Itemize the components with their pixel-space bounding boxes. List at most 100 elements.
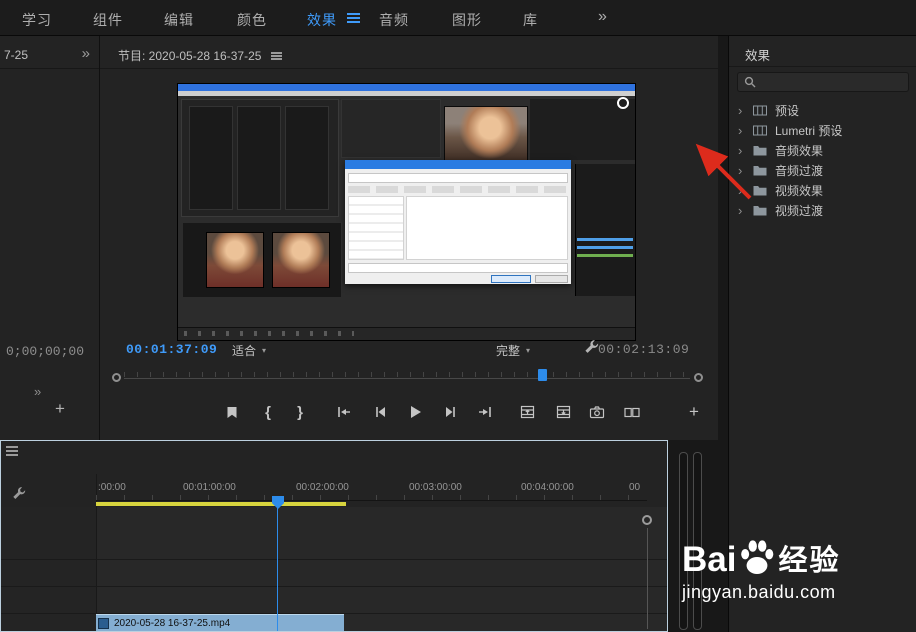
workspace-tab-learn[interactable]: 学习 xyxy=(22,10,52,30)
monitor-playhead[interactable] xyxy=(538,369,547,381)
timeline-scrollbar-handle[interactable] xyxy=(642,515,652,525)
ruler-label: 00:01:00:00 xyxy=(183,482,236,493)
workspace-tab-library[interactable]: 库 xyxy=(523,10,538,30)
track-divider xyxy=(1,586,667,587)
recorded-track-clip xyxy=(577,238,633,241)
effects-tree-item-presets[interactable]: › 预设 xyxy=(729,100,916,120)
effects-item-label: 预设 xyxy=(775,102,799,119)
dialog-titlebar xyxy=(345,160,571,169)
workspace-tab-color[interactable]: 颜色 xyxy=(237,10,267,30)
source-overflow-chevron-icon[interactable]: » xyxy=(34,384,41,399)
divider xyxy=(729,66,916,67)
play-button[interactable] xyxy=(403,400,427,424)
cursor-highlight-ring xyxy=(617,97,629,109)
ruler-label: 00:04:00:00 xyxy=(521,482,574,493)
recorded-titlebar xyxy=(178,84,635,91)
timeline-ruler[interactable]: :00:00 00:01:00:00 00:02:00:00 00:03:00:… xyxy=(96,479,647,501)
baidu-logo: Bai 经验 xyxy=(682,538,840,576)
effects-item-label: 视频过渡 xyxy=(775,202,823,219)
watermark-url: jingyan.baidu.com xyxy=(682,582,840,603)
scrollbar-right-handle[interactable] xyxy=(694,373,703,382)
ruler-label: 00:02:00:00 xyxy=(296,482,349,493)
duration-timecode: 00:02:13:09 xyxy=(598,342,689,357)
mark-out-button[interactable]: } xyxy=(288,400,312,424)
workspace-tab-audio[interactable]: 音频 xyxy=(379,10,409,30)
export-frame-camera-icon[interactable] xyxy=(585,400,609,424)
go-to-out-button[interactable] xyxy=(473,400,497,424)
timeline-panel: :00:00 00:01:00:00 00:02:00:00 00:03:00:… xyxy=(0,440,668,632)
baidu-paw-icon xyxy=(739,538,775,576)
webcam-picture xyxy=(444,106,528,163)
zoom-level-dropdown[interactable]: 适合 ▾ xyxy=(232,342,266,359)
recorded-menubar xyxy=(178,91,635,96)
panel-overflow-chevron-icon[interactable]: » xyxy=(82,45,90,62)
clip-fx-badge-icon[interactable] xyxy=(98,618,109,629)
playback-resolution-dropdown[interactable]: 完整 ▾ xyxy=(496,342,530,359)
effects-item-label: Lumetri 预设 xyxy=(775,122,842,139)
step-forward-button[interactable] xyxy=(438,400,462,424)
timeline-playhead-line xyxy=(277,507,278,631)
source-add-button[interactable]: + xyxy=(55,399,65,419)
program-monitor-title: 节目: 2020-05-28 16-37-25 xyxy=(118,47,261,64)
mark-in-button[interactable]: { xyxy=(256,400,280,424)
recorded-mixer-column xyxy=(189,106,233,210)
program-monitor-title-row: 节目: 2020-05-28 16-37-25 xyxy=(118,47,282,64)
effects-item-label: 视频效果 xyxy=(775,182,823,199)
effects-item-label: 音频效果 xyxy=(775,142,823,159)
baidu-watermark: Bai 经验 jingyan.baidu.com xyxy=(682,538,840,603)
workspace-tab-effects[interactable]: 效果 xyxy=(307,10,337,30)
divider xyxy=(100,68,718,69)
panel-menu-icon[interactable] xyxy=(271,52,282,60)
zoom-level-value: 适合 xyxy=(232,342,256,359)
go-to-in-button[interactable] xyxy=(332,400,356,424)
chevron-right-icon[interactable]: › xyxy=(738,104,745,117)
workspace-menubar: 学习 组件 编辑 颜色 效果 音频 图形 库 » xyxy=(0,0,916,36)
workspace-tab-edit[interactable]: 编辑 xyxy=(164,10,194,30)
timeline-scrollbar-track[interactable] xyxy=(647,528,648,629)
effects-panel-title[interactable]: 效果 xyxy=(745,45,770,64)
timeline-clip[interactable]: 2020-05-28 16-37-25.mp4 xyxy=(96,614,344,631)
recorded-bottom-icons xyxy=(184,331,354,336)
dialog-filename-field xyxy=(348,263,568,273)
step-back-button[interactable] xyxy=(368,400,392,424)
extract-button[interactable] xyxy=(551,400,575,424)
effects-search-input[interactable] xyxy=(761,75,902,89)
workspace-overflow-chevron-icon[interactable]: » xyxy=(598,8,608,26)
dialog-file-list xyxy=(406,196,568,260)
work-area-bar[interactable] xyxy=(96,502,346,506)
recorded-file-dialog xyxy=(345,160,571,284)
mini-timeline-ticks[interactable] xyxy=(124,372,690,377)
recorded-track-clip xyxy=(577,246,633,249)
ruler-label: 00:03:00:00 xyxy=(409,482,462,493)
effects-search-box[interactable] xyxy=(737,72,909,92)
workspace-tab-assembly[interactable]: 组件 xyxy=(93,10,123,30)
divider xyxy=(0,68,99,69)
settings-wrench-icon[interactable] xyxy=(584,339,599,359)
recorded-mixer-column xyxy=(237,106,281,210)
baidu-logo-suffix: 经验 xyxy=(778,546,840,576)
workspace-menu-icon[interactable] xyxy=(347,13,360,23)
lift-button[interactable] xyxy=(515,400,539,424)
program-monitor-panel: 节目: 2020-05-28 16-37-25 xyxy=(100,36,718,440)
source-timecode: 0;00;00;00 xyxy=(6,344,84,359)
source-monitor-strip: 7-25 » 0;00;00;00 » + xyxy=(0,36,100,440)
recorded-timeline-strip xyxy=(575,164,635,296)
scrollbar-track[interactable] xyxy=(124,378,690,379)
chevron-down-icon: ▾ xyxy=(526,346,530,355)
comparison-view-button[interactable] xyxy=(620,400,644,424)
button-editor-plus[interactable]: + xyxy=(682,400,706,424)
timeline-menu-icon[interactable] xyxy=(6,446,18,456)
workspace-tab-graphics[interactable]: 图形 xyxy=(452,10,482,30)
source-panel-tab[interactable]: 7-25 xyxy=(4,48,28,62)
playback-resolution-value: 完整 xyxy=(496,342,520,359)
recorded-mid-panel xyxy=(341,99,441,158)
track-divider xyxy=(1,559,667,560)
add-marker-button[interactable] xyxy=(220,400,244,424)
scrollbar-left-handle[interactable] xyxy=(112,373,121,382)
dialog-open-button xyxy=(491,275,531,283)
dialog-toolbar xyxy=(348,186,568,193)
current-timecode[interactable]: 00:01:37:09 xyxy=(126,342,217,357)
dialog-cancel-button xyxy=(535,275,568,283)
ruler-label: :00:00 xyxy=(98,482,126,493)
ruler-label: 00 xyxy=(629,482,640,493)
